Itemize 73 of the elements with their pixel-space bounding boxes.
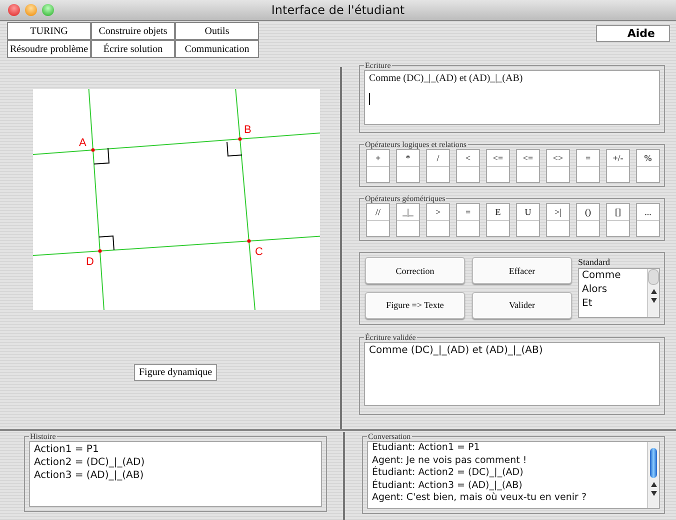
operator-key[interactable]: > xyxy=(426,203,450,237)
conversation-line: Étudiant: Action2 = (DC)_|_(AD) xyxy=(372,467,524,479)
right-angle-mark xyxy=(94,148,110,164)
validated-text: Comme (DC)_|_(AD) et (AD)_|_(AB) xyxy=(369,345,543,356)
scrollbar[interactable] xyxy=(647,269,659,317)
operator-key[interactable]: E xyxy=(486,203,510,237)
conversation-line: Agent: C'est bien, mais où veux-tu en venir ? xyxy=(372,492,588,504)
operator-key[interactable]: U xyxy=(516,203,540,237)
action-button[interactable]: Effacer xyxy=(472,257,572,284)
right-angle-mark xyxy=(226,142,242,157)
conversation-line: Agent: Je ne vois pas comment ! xyxy=(372,454,528,466)
scroll-up-icon[interactable] xyxy=(650,482,656,487)
point-label: C xyxy=(255,246,263,258)
action-button[interactable]: Valider xyxy=(472,292,572,318)
point-label: D xyxy=(86,256,94,268)
operator-key[interactable]: = xyxy=(456,203,480,237)
operator-key[interactable]: = xyxy=(576,149,600,183)
menu-tab[interactable]: Écrire solution xyxy=(91,40,175,58)
group-legend: Écriture validée xyxy=(364,333,417,342)
operator-key[interactable]: +/- xyxy=(606,149,630,183)
group-legend: Opérateurs géométriques xyxy=(364,194,446,203)
operator-key[interactable]: + xyxy=(366,149,390,183)
point xyxy=(247,239,251,243)
window-title: Interface de l'étudiant xyxy=(271,3,405,17)
operator-key[interactable]: <= xyxy=(516,149,540,183)
scroll-up-icon[interactable] xyxy=(650,289,656,294)
close-icon[interactable] xyxy=(8,4,20,16)
operator-key[interactable]: [] xyxy=(606,203,630,237)
operator-key[interactable]: < xyxy=(456,149,480,183)
list-item[interactable]: Alors xyxy=(582,283,647,297)
dynamic-figure-button[interactable]: Figure dynamique xyxy=(134,364,218,381)
operator-key[interactable]: <= xyxy=(486,149,510,183)
help-button[interactable]: Aide xyxy=(596,25,670,42)
history-line: Action2 = (DC)_|_(AD) xyxy=(34,456,146,469)
operator-key[interactable]: >| xyxy=(546,203,570,237)
group-legend: Conversation xyxy=(367,432,412,441)
scroll-down-icon[interactable] xyxy=(650,491,656,496)
operator-key[interactable]: ... xyxy=(636,203,660,237)
menu-tab[interactable]: Outils xyxy=(175,22,259,40)
point-label: B xyxy=(244,124,252,136)
action-button[interactable]: Figure => Texte xyxy=(365,292,465,318)
operator-key[interactable]: / xyxy=(426,149,450,183)
history-line: Action1 = P1 xyxy=(34,443,100,456)
history-line: Action3 = (AD)_|_(AB) xyxy=(34,469,145,482)
group-legend: Opérateurs logiques et relations xyxy=(364,140,468,149)
text-cursor xyxy=(369,93,370,105)
scroll-down-icon[interactable] xyxy=(650,298,656,303)
operator-key[interactable]: % xyxy=(636,149,660,183)
group-legend: Histoire xyxy=(29,432,57,441)
action-button[interactable]: Correction xyxy=(365,257,465,284)
point xyxy=(91,148,95,152)
conversation-line: Étudiant: Action3 = (AD)_|_(AB) xyxy=(372,480,524,492)
menu-tab[interactable]: TURING xyxy=(7,22,91,40)
operator-key[interactable]: () xyxy=(576,203,600,237)
scrollbar[interactable] xyxy=(647,442,659,508)
right-angle-mark xyxy=(98,235,114,250)
list-item[interactable]: Et xyxy=(582,297,647,311)
conversation-line: Etudiant: Action1 = P1 xyxy=(372,442,481,454)
writing-field[interactable]: Comme (DC)_|_(AD) et (AD)_|_(AB) xyxy=(364,70,660,125)
point xyxy=(98,249,102,253)
operator-key[interactable]: * xyxy=(396,149,420,183)
point xyxy=(238,137,242,141)
menu-tab[interactable]: Communication xyxy=(175,40,259,58)
menu-tab[interactable]: Construire objets xyxy=(91,22,175,40)
list-label: Standard xyxy=(578,257,611,268)
writing-text: Comme (DC)_|_(AD) et (AD)_|_(AB) xyxy=(369,73,523,84)
group-legend: Ecriture xyxy=(364,61,392,70)
operator-key[interactable]: // xyxy=(366,203,390,237)
list-item[interactable]: Comme xyxy=(582,269,647,283)
operator-key[interactable]: <> xyxy=(546,149,570,183)
menu-tab[interactable]: Résoudre problème xyxy=(7,40,91,58)
operator-key[interactable]: _|_ xyxy=(396,203,420,237)
point-label: A xyxy=(79,137,86,149)
